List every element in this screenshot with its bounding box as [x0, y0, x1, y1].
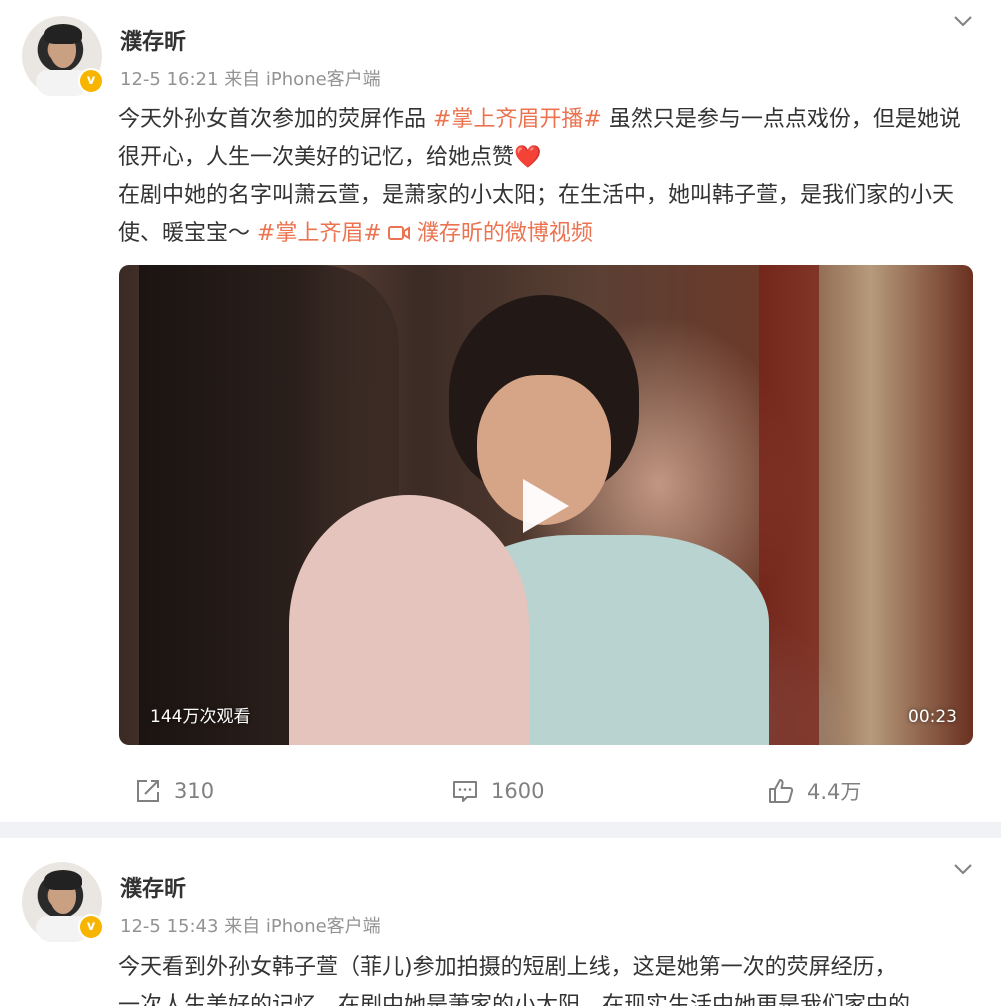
post-text-segment: 今天外孙女首次参加的荧屏作品 — [118, 107, 433, 132]
post-time[interactable]: 12-5 16:21 — [120, 69, 218, 90]
post-meta: 12-5 15:43 来自 iPhone客户端 — [120, 912, 381, 938]
post-text: 今天外孙女首次参加的荧屏作品 #掌上齐眉开播# 虽然只是参与一点点戏份，但是她说… — [118, 101, 978, 253]
username[interactable]: 濮存昕 — [120, 24, 186, 56]
hashtag-link[interactable]: #掌上齐眉# — [257, 221, 382, 246]
avatar[interactable]: v — [22, 862, 104, 942]
repost-icon — [137, 780, 159, 802]
video-player[interactable]: 144万次观看 00:23 — [119, 265, 973, 745]
video-link-label: 濮存昕的微博视频 — [409, 221, 593, 246]
post-text-segment: 今天看到外孙女韩子萱（菲儿)参加拍摄的短剧上线，这是她第一次的荧屏经历， — [118, 955, 897, 980]
avatar[interactable]: v — [22, 16, 104, 96]
post-source: iPhone客户端 — [265, 916, 381, 937]
username[interactable]: 濮存昕 — [120, 871, 186, 903]
post-time[interactable]: 12-5 15:43 — [120, 916, 218, 937]
post-text-segment: 一次人生美好的记忆，在剧中她是萧家的小太阳，在现实生活中她更是我们家中的 — [118, 993, 911, 1006]
action-bar: 310 1600 4.4万 — [0, 776, 1001, 806]
source-prefix: 来自 — [224, 916, 261, 937]
weibo-post: v 濮存昕 12-5 16:21 来自 iPhone客户端 今天外孙女首次参加的… — [0, 0, 1001, 822]
post-divider — [0, 822, 1001, 838]
video-link-icon — [387, 226, 410, 240]
post-text: 今天看到外孙女韩子萱（菲儿)参加拍摄的短剧上线，这是她第一次的荧屏经历， 一次人… — [118, 949, 978, 1006]
repost-button[interactable]: 310 — [134, 776, 214, 806]
repost-count: 310 — [174, 779, 215, 803]
source-prefix: 来自 — [224, 69, 261, 90]
like-icon — [769, 779, 794, 803]
chevron-down-icon[interactable] — [953, 862, 973, 876]
video-link[interactable]: 濮存昕的微博视频 — [382, 221, 593, 246]
verified-icon: v — [78, 914, 104, 940]
post-meta: 12-5 16:21 来自 iPhone客户端 — [120, 65, 381, 91]
comment-button[interactable]: 1600 — [451, 776, 544, 806]
comment-icon — [453, 781, 477, 802]
video-duration: 00:23 — [908, 707, 957, 727]
chevron-down-icon[interactable] — [953, 14, 973, 28]
verified-icon: v — [78, 68, 104, 94]
comment-count: 1600 — [491, 779, 545, 803]
hashtag-link[interactable]: #掌上齐眉开播# — [433, 107, 602, 132]
view-count: 144万次观看 — [150, 707, 251, 727]
play-icon[interactable] — [523, 479, 569, 533]
weibo-post: v 濮存昕 12-5 15:43 来自 iPhone客户端 今天看到外孙女韩子萱… — [0, 838, 1001, 1006]
heart-emoji-icon: ❤️ — [514, 145, 542, 170]
post-source: iPhone客户端 — [265, 69, 381, 90]
like-button[interactable]: 4.4万 — [767, 776, 861, 806]
like-count: 4.4万 — [807, 780, 862, 804]
